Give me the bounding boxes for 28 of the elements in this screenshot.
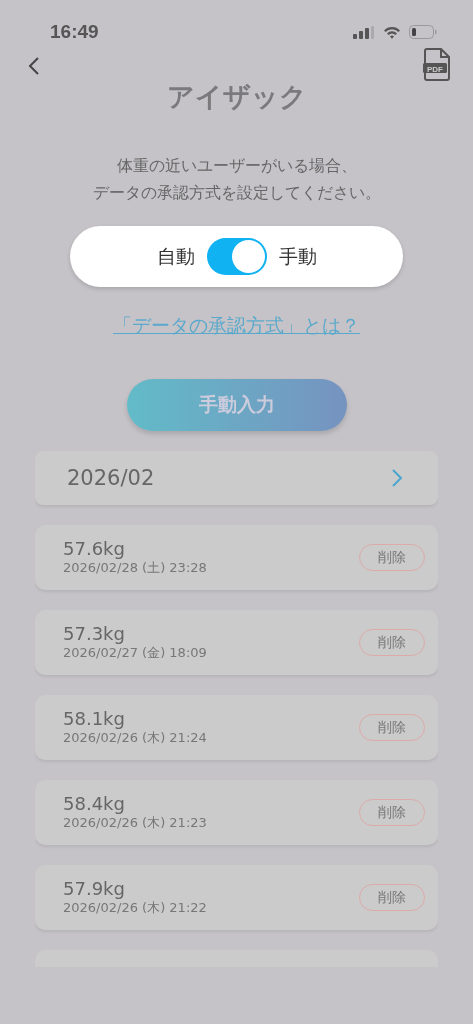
back-icon[interactable] [28, 56, 40, 76]
manual-entry-button[interactable]: 手動入力 [126, 379, 347, 431]
weight-value: 57.6kg [63, 538, 126, 559]
approval-switch[interactable] [206, 238, 267, 275]
month-row[interactable]: 2026/02 [35, 451, 438, 505]
pdf-label: PDF [427, 64, 443, 74]
wifi-icon [383, 25, 401, 39]
signal-icon [353, 25, 375, 39]
entry-datetime: 2026/02/26 (木) 21:24 [63, 729, 207, 747]
month-label: 2026/02 [67, 466, 155, 490]
description-text: 体重の近いユーザーがいる場合、 [116, 155, 357, 177]
weight-value: 57.9kg [63, 878, 126, 899]
pdf-file-icon[interactable]: PDF [423, 48, 451, 82]
manual-label: 手動 [278, 243, 317, 269]
entry-datetime: 2026/02/26 (木) 21:22 [63, 899, 207, 917]
entry-datetime: 2026/02/28 (土) 23:28 [63, 559, 207, 577]
weight-value: 58.4kg [63, 793, 126, 814]
entry-datetime: 2026/02/27 (金) 18:09 [63, 644, 207, 662]
page-title: アイザック [166, 79, 307, 114]
entry-datetime: 2026/02/26 (木) 21:23 [63, 814, 207, 832]
chevron-right-icon[interactable] [391, 468, 403, 488]
auto-label: 自動 [156, 243, 195, 269]
battery-icon [409, 25, 437, 39]
weight-value: 58.1kg [63, 708, 126, 729]
weight-value: 57.3kg [63, 623, 126, 644]
status-time: 16:49 [50, 21, 99, 43]
description-text: データの承認方式を設定してください。 [92, 182, 381, 204]
help-link[interactable]: 「データの承認方式」とは？ [113, 313, 360, 339]
